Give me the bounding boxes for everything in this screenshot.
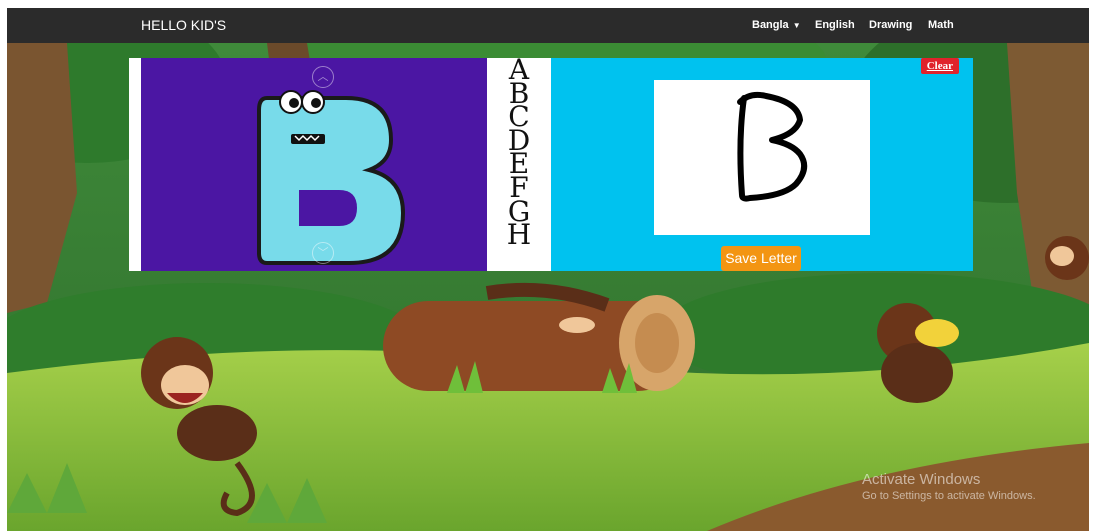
clear-button[interactable]: Clear (920, 58, 959, 74)
nav-drawing[interactable]: Drawing (869, 19, 912, 31)
save-letter-button[interactable]: Save Letter (721, 246, 801, 271)
learning-panel: ︿ ﹀ ABCDEFGH Clear Save Letter (129, 58, 973, 271)
navbar: HELLO KID'S Bangla ▼ English Drawing Math (7, 8, 1089, 43)
alphabet-list: ABCDEFGH (487, 58, 551, 271)
drawn-letter-stroke (737, 91, 808, 202)
letter-b-character (257, 90, 406, 265)
nav-bangla-label: Bangla (752, 19, 789, 31)
nav-english[interactable]: English (815, 19, 855, 31)
windows-watermark: Activate Windows Go to Settings to activ… (862, 471, 1036, 502)
watermark-subtitle: Go to Settings to activate Windows. (862, 490, 1036, 502)
letter-carousel: ︿ ﹀ (141, 58, 487, 271)
alphabet-letter[interactable]: H (487, 221, 551, 249)
chevron-down-icon[interactable]: ﹀ (312, 242, 334, 264)
watermark-title: Activate Windows (862, 471, 981, 488)
brand-logo[interactable]: HELLO KID'S (141, 17, 226, 33)
drawing-area: Clear Save Letter (551, 58, 973, 271)
drawing-canvas[interactable] (654, 80, 870, 235)
nav-math[interactable]: Math (928, 19, 954, 31)
alphabet-column: ABCDEFGH (487, 58, 551, 249)
nav-bangla-dropdown[interactable]: Bangla ▼ (752, 19, 801, 31)
caret-down-icon: ▼ (792, 21, 801, 30)
app-frame: HELLO KID'S Bangla ▼ English Drawing Math (7, 8, 1089, 531)
